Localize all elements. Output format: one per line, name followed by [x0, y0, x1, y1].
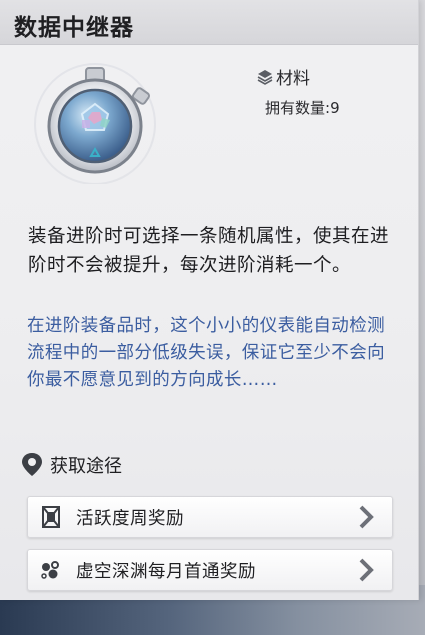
item-title: 数据中继器	[14, 15, 134, 41]
item-lore: 在进阶装备品时，这个小小的仪表能自动检测流程中的一部分低级失误，保证它至少不会向…	[27, 316, 385, 390]
chevron-right-icon	[359, 558, 374, 582]
layers-icon	[257, 69, 273, 85]
weekly-activity-icon	[38, 504, 64, 530]
sources-heading-label: 获取途径	[50, 456, 122, 477]
owned-count: 9	[330, 99, 340, 117]
chevron-right-icon	[359, 505, 374, 529]
item-category: 材料	[257, 64, 310, 89]
data-relay-gem-icon	[34, 63, 156, 184]
title-bar: 数据中继器	[0, 0, 418, 45]
category-label: 材料	[276, 69, 310, 89]
source-label: 虚空深渊每月首通奖励	[76, 561, 256, 582]
owned-label: 拥有数量:	[265, 99, 331, 117]
item-description: 装备进阶时可选择一条随机属性，使其在进阶时不会被提升，每次进阶消耗一个。	[28, 226, 390, 276]
owned-count-line: 拥有数量:9	[265, 97, 340, 118]
sources-heading: 获取途径	[20, 452, 122, 478]
source-label: 活跃度周奖励	[76, 508, 184, 529]
item-detail-panel: 数据中继器 材料 拥有数量:9 装备进阶时可选择一条随机属性，使其在进阶时不会被…	[0, 0, 419, 600]
source-row-void-abyss[interactable]: 虚空深渊每月首通奖励	[27, 549, 393, 591]
location-pin-icon	[22, 453, 42, 476]
void-abyss-icon	[38, 557, 64, 583]
source-row-weekly-activity[interactable]: 活跃度周奖励	[27, 496, 393, 538]
